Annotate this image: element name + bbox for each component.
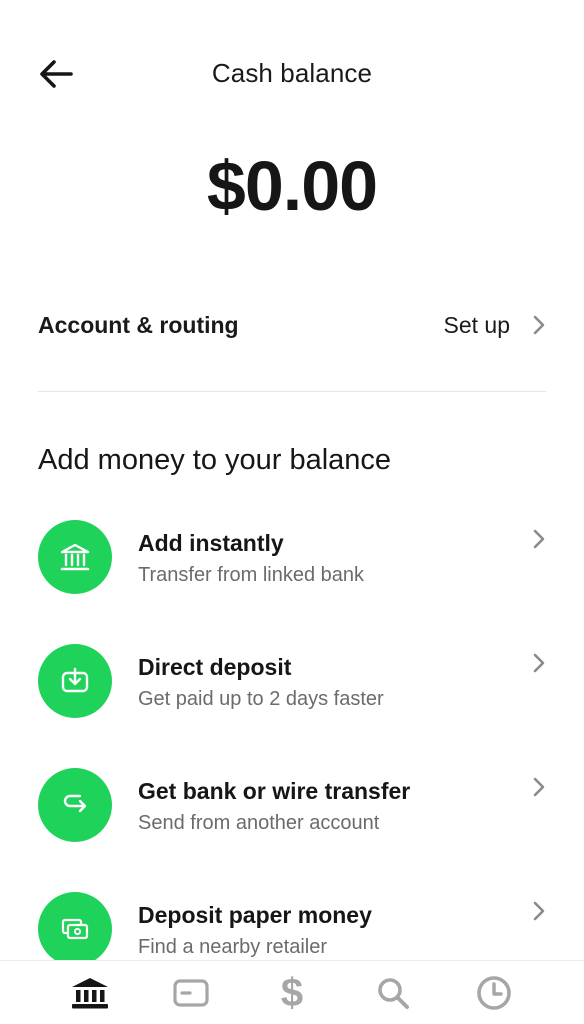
tab-activity[interactable]: [467, 966, 521, 1020]
page-title: Cash balance: [211, 58, 373, 88]
chevron-right-icon: [533, 653, 545, 673]
cash-icon-circle: [38, 892, 112, 966]
item-title: Deposit paper money: [138, 902, 372, 928]
cash-balance-screen: Cash balance $0.00 Account & routing Set…: [0, 0, 584, 1024]
chevron-right-icon: [533, 777, 545, 797]
tab-card[interactable]: [164, 966, 218, 1020]
bank-icon: [72, 977, 109, 1008]
item-title: Get bank or wire transfer: [138, 778, 411, 804]
clock-icon: [476, 975, 511, 1010]
tab-search[interactable]: [366, 966, 420, 1020]
card-icon: [173, 978, 209, 1007]
deposit-icon: [61, 667, 89, 693]
direct-deposit-icon-circle: [38, 644, 112, 718]
setup-link[interactable]: Set up: [444, 312, 511, 339]
chevron-right-icon: [533, 901, 545, 921]
tab-pay[interactable]: $: [265, 966, 319, 1020]
item-subtitle: Send from another account: [138, 812, 380, 834]
list-item-direct-deposit[interactable]: Direct deposit Get paid up to 2 days fas…: [0, 644, 584, 744]
transfer-icon: [63, 794, 87, 813]
bank-icon: [60, 543, 90, 571]
dollar-icon: $: [280, 970, 304, 1015]
item-subtitle: Get paid up to 2 days faster: [138, 688, 384, 710]
account-routing-label: Account & routing: [38, 311, 239, 338]
chevron-right-icon: [533, 315, 545, 335]
account-routing-row[interactable]: Account & routing Set up: [38, 300, 546, 350]
list-item-bank-wire-transfer[interactable]: Get bank or wire transfer Send from anot…: [0, 768, 584, 868]
balance-amount: $0.00: [206, 147, 378, 225]
tab-home[interactable]: [63, 966, 117, 1020]
list-item-add-instantly[interactable]: Add instantly Transfer from linked bank: [0, 520, 584, 620]
item-subtitle: Find a nearby retailer: [138, 936, 327, 958]
section-title: Add money to your balance: [38, 444, 392, 476]
chevron-right-icon: [533, 529, 545, 549]
item-title: Direct deposit: [138, 654, 292, 680]
divider: [38, 391, 546, 392]
item-subtitle: Transfer from linked bank: [138, 564, 365, 586]
item-title: Add instantly: [138, 530, 284, 556]
cash-icon: [61, 918, 89, 940]
transfer-icon-circle: [38, 768, 112, 842]
search-icon: [377, 977, 409, 1009]
account-routing-right: Set up: [444, 312, 547, 339]
bottom-tab-bar: $: [0, 960, 584, 1024]
add-instantly-icon-circle: [38, 520, 112, 594]
